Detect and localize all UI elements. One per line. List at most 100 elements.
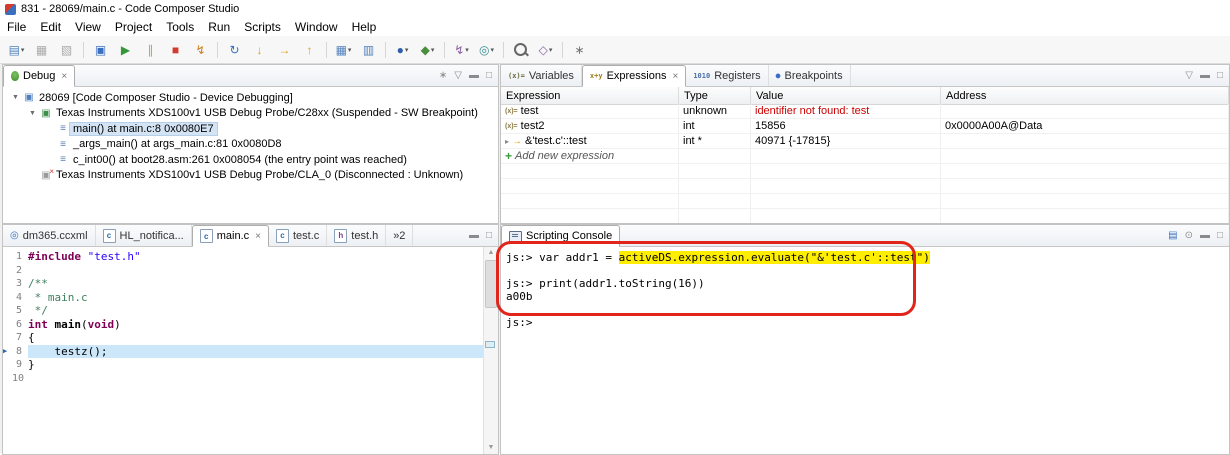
- minimize-icon[interactable]: ▬: [1200, 230, 1210, 241]
- maximize-icon[interactable]: □: [1217, 230, 1223, 241]
- gutter[interactable]: 9: [3, 358, 28, 372]
- suspend-icon[interactable]: ∥: [139, 40, 162, 60]
- expression-cell[interactable]: ▸ → &'test.c'::test: [501, 134, 679, 149]
- code-text[interactable]: [28, 372, 484, 386]
- code-text[interactable]: #include "test.h": [28, 250, 484, 264]
- code-line[interactable]: 9}: [3, 358, 484, 372]
- minimize-icon[interactable]: ▬: [469, 70, 479, 81]
- pin-console-icon[interactable]: ⊙: [1185, 230, 1193, 241]
- expression-row[interactable]: (x)= test2 int 15856 0x0000A00A@Data: [501, 119, 1229, 134]
- save-all-icon[interactable]: ▧: [55, 40, 78, 60]
- expression-row[interactable]: ▸ → &'test.c'::test int * 40971 {-17815}: [501, 134, 1229, 149]
- debug-tree-item[interactable]: ≡ _args_main() at args_main.c:81 0x0080D8: [3, 137, 498, 153]
- code-line[interactable]: 2: [3, 263, 484, 277]
- search-icon[interactable]: [509, 40, 532, 60]
- expression-cell[interactable]: [501, 164, 679, 179]
- column-header-expression[interactable]: Expression: [501, 87, 679, 104]
- code-text[interactable]: */: [28, 304, 484, 318]
- debug-tree-item[interactable]: ▼ ▣ Texas Instruments XDS100v1 USB Debug P…: [3, 106, 498, 122]
- debug-launch-icon[interactable]: ◆ ▾: [416, 40, 439, 60]
- menu-scripts[interactable]: Scripts: [237, 19, 288, 35]
- console-output[interactable]: js:> var addr1 = activeDS.expression.eva…: [501, 247, 1229, 454]
- value-cell[interactable]: [751, 179, 941, 194]
- tab-test-c[interactable]: c test.c: [269, 225, 328, 246]
- minimize-icon[interactable]: ▬: [1200, 70, 1210, 81]
- expression-cell[interactable]: (x)= test: [501, 104, 679, 119]
- profile-icon[interactable]: ◎ ▾: [475, 40, 498, 60]
- tab-variables[interactable]: (x)= Variables: [501, 65, 582, 86]
- scrollbar-thumb[interactable]: [485, 260, 497, 308]
- menu-edit[interactable]: Edit: [33, 19, 68, 35]
- value-cell[interactable]: 15856: [751, 119, 941, 134]
- step-return-icon[interactable]: ↑: [298, 40, 321, 60]
- column-header-value[interactable]: Value: [751, 87, 941, 104]
- menu-window[interactable]: Window: [288, 19, 345, 35]
- code-line[interactable]: 10: [3, 371, 484, 386]
- view-menu-icon[interactable]: ▽: [1185, 70, 1193, 81]
- scroll-up-icon[interactable]: ▲: [484, 247, 498, 259]
- debug-tree-item[interactable]: ▣Texas Instruments XDS100v1 USB Debug Pr…: [3, 167, 498, 184]
- tab-overflow[interactable]: »2: [386, 225, 414, 246]
- code-text[interactable]: {: [28, 331, 484, 345]
- menu-file[interactable]: File: [0, 19, 33, 35]
- tab-expressions[interactable]: x+y Expressions ×: [581, 65, 687, 87]
- expression-cell[interactable]: [501, 179, 679, 194]
- menu-run[interactable]: Run: [201, 19, 237, 35]
- expander-icon[interactable]: ▸: [505, 137, 509, 146]
- value-cell[interactable]: [751, 149, 941, 164]
- gutter[interactable]: 5: [3, 304, 28, 318]
- view-menu-icon[interactable]: ▽: [454, 70, 462, 81]
- menu-tools[interactable]: Tools: [159, 19, 201, 35]
- code-text[interactable]: }: [28, 358, 484, 372]
- debug-tree[interactable]: ▼ ▣ 28069 [Code Composer Studio - Device D…: [3, 87, 498, 223]
- code-text[interactable]: testz();: [28, 344, 484, 358]
- expander-icon[interactable]: ▼: [9, 94, 22, 101]
- code-line[interactable]: 1 #include "test.h": [3, 250, 484, 264]
- connect-target-icon[interactable]: ↯: [189, 40, 212, 60]
- maximize-icon[interactable]: □: [486, 230, 492, 241]
- tab-registers[interactable]: 1010 Registers: [686, 65, 769, 86]
- tab-scripting-console[interactable]: Scripting Console: [501, 225, 621, 247]
- code-line[interactable]: 3 /**: [3, 277, 484, 291]
- code-editor[interactable]: 1 #include "test.h" 2 3/** 4 * main.c 5 */6 in…: [3, 247, 484, 454]
- step-into-icon[interactable]: ↓: [248, 40, 271, 60]
- value-cell[interactable]: 40971 {-17815}: [751, 134, 941, 149]
- gutter[interactable]: 7: [3, 331, 28, 345]
- code-text[interactable]: /**: [28, 277, 484, 291]
- code-line[interactable]: 4 * main.c: [3, 290, 484, 304]
- column-header-address[interactable]: Address: [941, 87, 1229, 104]
- debug-tree-item[interactable]: ≡ c_int00() at boot28.asm:261 0x008054 (t…: [3, 152, 498, 168]
- maximize-icon[interactable]: □: [486, 70, 492, 81]
- registers-view-icon[interactable]: ▥: [357, 40, 380, 60]
- gutter[interactable]: 6: [3, 317, 28, 331]
- gutter[interactable]: ▶ 8: [3, 344, 28, 358]
- close-icon[interactable]: ×: [61, 71, 67, 82]
- open-console-icon[interactable]: ▤: [1168, 230, 1177, 241]
- expression-row[interactable]: [501, 194, 1229, 209]
- gutter[interactable]: 4: [3, 290, 28, 304]
- horizontal-sash-left[interactable]: [0, 222, 497, 224]
- close-icon[interactable]: ×: [672, 71, 678, 82]
- value-cell[interactable]: [751, 164, 941, 179]
- new-wizard-icon[interactable]: ▤ ▾: [5, 40, 28, 60]
- step-over-icon[interactable]: →: [273, 40, 296, 60]
- flash-icon[interactable]: ↯ ▾: [450, 40, 473, 60]
- expression-cell[interactable]: (x)= test2: [501, 119, 679, 134]
- expression-row[interactable]: + Add new expression: [501, 149, 1229, 164]
- external-tools-icon[interactable]: ◇ ▾: [534, 40, 557, 60]
- maximize-icon[interactable]: □: [1217, 70, 1223, 81]
- open-element-icon[interactable]: ∗: [568, 40, 591, 60]
- scroll-down-icon[interactable]: ▼: [484, 442, 498, 454]
- expander-icon[interactable]: ▼: [26, 110, 39, 117]
- expression-row[interactable]: [501, 164, 1229, 179]
- menu-project[interactable]: Project: [108, 19, 159, 35]
- restart-icon[interactable]: ↻: [223, 40, 246, 60]
- gutter[interactable]: 10: [3, 371, 28, 385]
- expression-cell[interactable]: + Add new expression: [501, 149, 679, 164]
- debug-console-icon[interactable]: ▣: [89, 40, 112, 60]
- expressions-table[interactable]: (x)= test unknown identifier not found: tes…: [501, 104, 1229, 223]
- new-breakpoint-icon[interactable]: ● ▾: [391, 40, 414, 60]
- value-cell[interactable]: identifier not found: test: [751, 104, 941, 119]
- save-icon[interactable]: ▦: [30, 40, 53, 60]
- tab-test-h[interactable]: h test.h: [327, 225, 387, 246]
